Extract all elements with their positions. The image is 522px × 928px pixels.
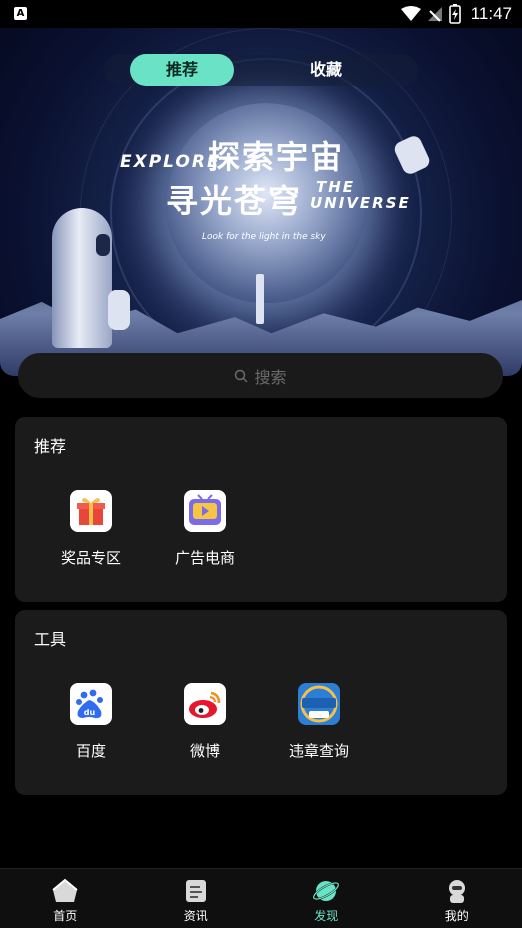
shortcut-label: 微博 — [189, 742, 220, 760]
shortcut-prize-zone[interactable]: 奖品专区 — [41, 490, 141, 568]
bottom-navigation: 首页 资讯 发现 我的 — [0, 868, 522, 928]
shortcut-weibo[interactable]: 微博 — [155, 683, 255, 761]
nav-label: 我的 — [444, 909, 469, 923]
tab-recommend[interactable]: 推荐 — [130, 54, 234, 86]
section-recommend: 推荐 奖品专区 广告电商 — [15, 417, 507, 602]
nav-label: 发现 — [314, 909, 339, 923]
nav-discover[interactable]: 发现 — [261, 869, 392, 928]
nav-news[interactable]: 资讯 — [131, 869, 262, 928]
wifi-icon — [400, 6, 421, 21]
lighthouse-graphic — [256, 274, 264, 324]
status-time: 11:47 — [470, 4, 512, 23]
search-placeholder: 搜索 — [254, 367, 287, 387]
headline-en-2b: UNIVERSE — [310, 194, 411, 212]
profile-icon — [448, 880, 465, 903]
app-notification-icon: A — [14, 7, 27, 20]
headline-cn-1: 探索宇宙 — [208, 138, 345, 176]
weibo-icon — [184, 683, 226, 725]
shortcut-ad-ecommerce[interactable]: 广告电商 — [155, 490, 255, 568]
search-bar[interactable]: 搜索 — [18, 353, 503, 398]
shortcut-baidu[interactable]: du 百度 — [41, 683, 141, 761]
nav-profile[interactable]: 我的 — [392, 869, 522, 928]
home-icon — [52, 878, 78, 902]
headline-cn-2: 寻光苍穹 — [166, 182, 303, 220]
nav-label: 资讯 — [183, 909, 208, 923]
shortcut-label: 百度 — [75, 742, 106, 760]
search-icon — [235, 369, 249, 383]
planet-icon — [312, 881, 340, 901]
baidu-icon: du — [70, 683, 112, 725]
status-bar: A 11:47 — [0, 0, 522, 28]
tab-favorites[interactable]: 收藏 — [234, 54, 418, 86]
news-icon — [185, 880, 206, 902]
rocket-graphic — [52, 208, 112, 348]
battery-charging-icon — [448, 4, 461, 24]
shortcut-traffic-violation[interactable]: 违章查询 — [269, 683, 369, 761]
shortcut-label: 广告电商 — [174, 549, 235, 567]
top-tab-switcher: 推荐 收藏 — [104, 54, 418, 86]
section-title: 推荐 — [34, 437, 67, 456]
svg-text:du: du — [84, 708, 96, 717]
section-title: 工具 — [34, 630, 67, 649]
tv-play-icon — [184, 490, 226, 532]
no-signal-icon — [427, 7, 442, 22]
shortcut-label: 奖品专区 — [60, 549, 121, 567]
headline-en-1: EXPLORE — [120, 152, 221, 172]
status-icons: 11:47 — [400, 4, 512, 24]
traffic-violation-icon — [298, 683, 340, 725]
gift-icon — [70, 490, 112, 532]
nav-label: 首页 — [53, 909, 78, 923]
section-tools: 工具 du 百度 微博 违章查询 — [15, 610, 507, 795]
nav-home[interactable]: 首页 — [0, 869, 131, 928]
tagline: Look for the light in the sky — [202, 232, 326, 242]
astronaut-graphic — [108, 290, 130, 330]
shortcut-label: 违章查询 — [288, 742, 349, 760]
